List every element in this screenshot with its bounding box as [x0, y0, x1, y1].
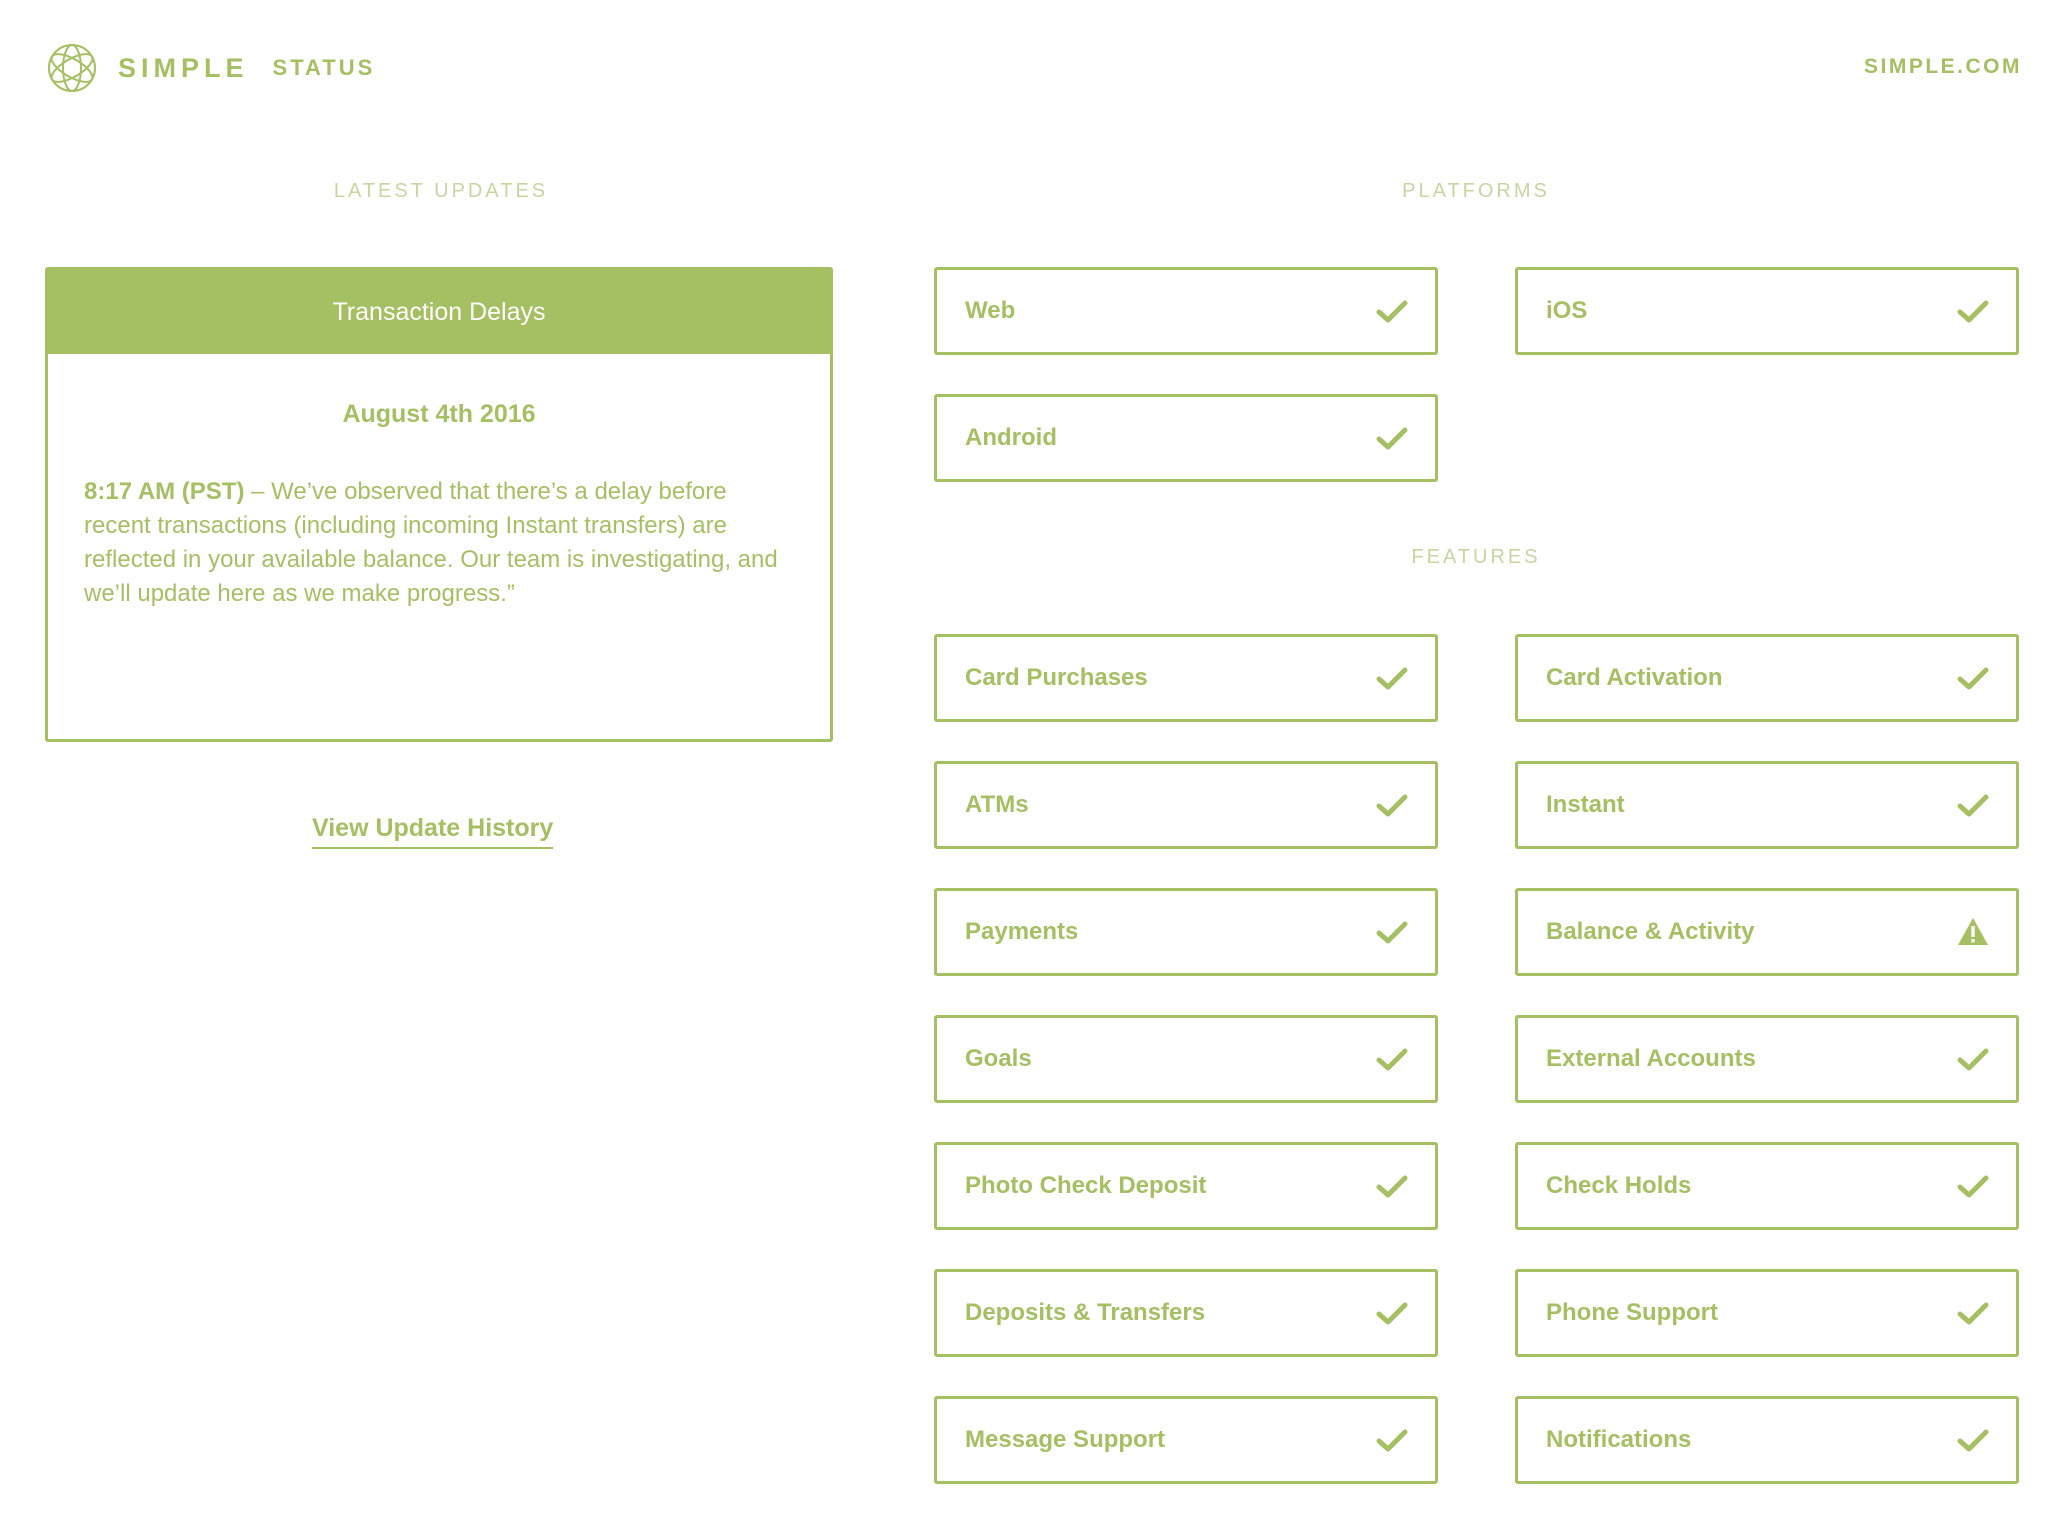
check-icon	[1376, 300, 1408, 323]
feature-status-external-accounts[interactable]: External Accounts	[1515, 1015, 2019, 1103]
status-label: iOS	[1546, 297, 1588, 324]
status-label: Check Holds	[1546, 1172, 1692, 1199]
update-time: 8:17 AM (PST)	[84, 478, 245, 505]
latest-updates-heading: LATEST UPDATES	[333, 180, 549, 202]
platforms-heading: PLATFORMS	[1402, 180, 1550, 202]
check-icon	[1376, 794, 1408, 817]
feature-status-goals[interactable]: Goals	[934, 1015, 1438, 1103]
feature-status-atms[interactable]: ATMs	[934, 761, 1438, 849]
feature-status-message-support[interactable]: Message Support	[934, 1396, 1438, 1484]
check-icon	[1957, 300, 1989, 323]
platform-status-android[interactable]: Android	[934, 394, 1438, 482]
view-update-history-link[interactable]: View Update History	[312, 814, 554, 849]
status-label: Android	[965, 424, 1057, 451]
check-icon	[1957, 1175, 1989, 1198]
page-section-label: STATUS	[272, 55, 376, 80]
status-label: Balance & Activity	[1546, 918, 1755, 945]
status-label: Instant	[1546, 791, 1625, 818]
feature-status-instant[interactable]: Instant	[1515, 761, 2019, 849]
simple-com-link[interactable]: SIMPLE.COM	[1864, 55, 2022, 79]
feature-status-deposits-transfers[interactable]: Deposits & Transfers	[934, 1269, 1438, 1357]
update-card-title: Transaction Delays	[48, 270, 830, 354]
status-label: Deposits & Transfers	[965, 1299, 1206, 1326]
feature-status-check-holds[interactable]: Check Holds	[1515, 1142, 2019, 1230]
check-icon	[1957, 667, 1989, 690]
check-icon	[1376, 1048, 1408, 1071]
platform-status-web[interactable]: Web	[934, 267, 1438, 355]
status-label: Web	[965, 297, 1016, 324]
warning-icon	[1958, 918, 1988, 945]
status-label: Notifications	[1546, 1426, 1692, 1453]
status-label: Message Support	[965, 1426, 1166, 1453]
platform-status-ios[interactable]: iOS	[1515, 267, 2019, 355]
check-icon	[1957, 1302, 1989, 1325]
check-icon	[1957, 794, 1989, 817]
status-label: Phone Support	[1546, 1299, 1718, 1326]
feature-status-photo-check-deposit[interactable]: Photo Check Deposit	[934, 1142, 1438, 1230]
update-message: 8:17 AM (PST) – We’ve observed that ther…	[84, 475, 794, 611]
feature-status-notifications[interactable]: Notifications	[1515, 1396, 2019, 1484]
feature-status-balance-activity[interactable]: Balance & Activity	[1515, 888, 2019, 976]
features-heading: FEATURES	[1411, 546, 1541, 568]
status-label: Card Activation	[1546, 664, 1723, 691]
status-label: External Accounts	[1546, 1045, 1756, 1072]
brand-name: SIMPLE	[118, 52, 249, 83]
update-date: August 4th 2016	[342, 400, 536, 428]
feature-status-card-activation[interactable]: Card Activation	[1515, 634, 2019, 722]
status-label: Payments	[965, 918, 1079, 945]
brand-logo[interactable]: SIMPLE STATUS	[46, 42, 375, 94]
simple-logo-icon	[48, 44, 96, 92]
check-icon	[1957, 1048, 1989, 1071]
status-label: Photo Check Deposit	[965, 1172, 1207, 1199]
check-icon	[1376, 1175, 1408, 1198]
check-icon	[1376, 1302, 1408, 1325]
check-icon	[1376, 427, 1408, 450]
check-icon	[1376, 667, 1408, 690]
check-icon	[1376, 921, 1408, 944]
status-label: ATMs	[965, 791, 1029, 818]
feature-status-card-purchases[interactable]: Card Purchases	[934, 634, 1438, 722]
feature-status-payments[interactable]: Payments	[934, 888, 1438, 976]
feature-status-phone-support[interactable]: Phone Support	[1515, 1269, 2019, 1357]
status-label: Goals	[965, 1045, 1032, 1072]
status-label: Card Purchases	[965, 664, 1148, 691]
check-icon	[1376, 1429, 1408, 1452]
check-icon	[1957, 1429, 1989, 1452]
update-card: Transaction Delays August 4th 2016 8:17 …	[45, 267, 833, 742]
